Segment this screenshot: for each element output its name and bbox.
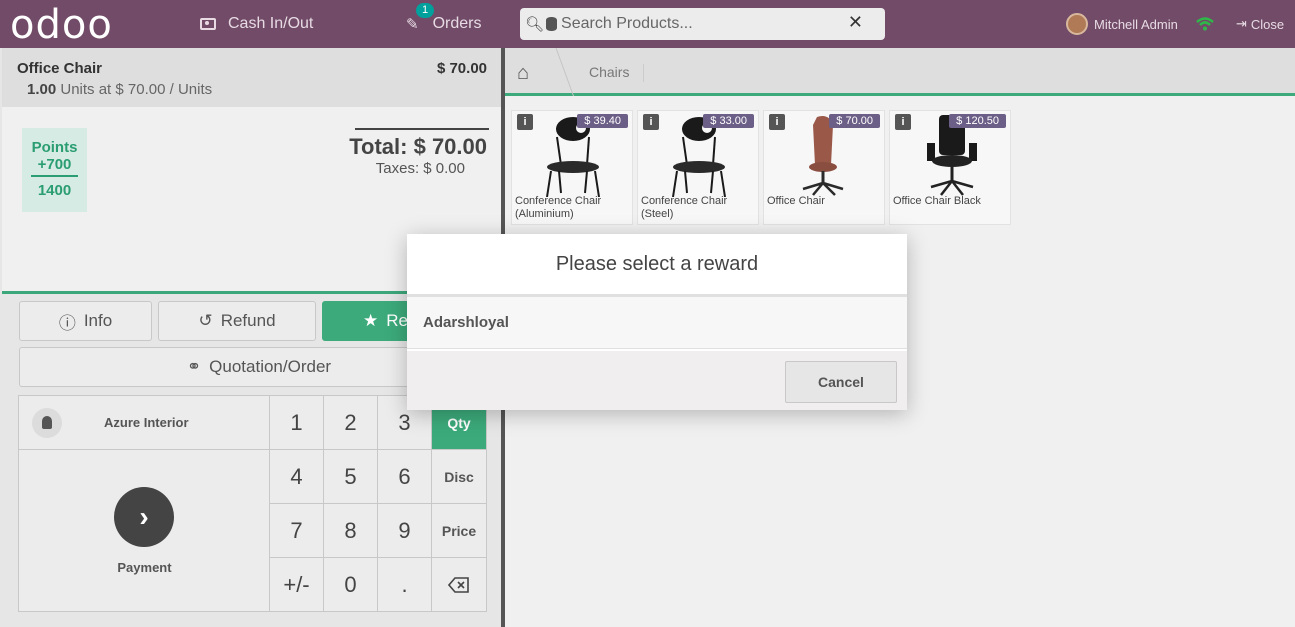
money-icon: [200, 18, 216, 30]
reward-option[interactable]: Adarshloyal: [407, 297, 907, 349]
points-label: Points: [31, 139, 78, 156]
numpad-key[interactable]: 4: [270, 450, 324, 504]
product-info-icon[interactable]: i: [517, 114, 533, 130]
numpad-key[interactable]: 0: [324, 558, 378, 612]
order-line-unit-info: Units at $ 70.00 / Units: [60, 81, 213, 98]
cancel-button[interactable]: Cancel: [785, 361, 897, 403]
numpad-key[interactable]: 6: [378, 450, 432, 504]
payment-label: Payment: [117, 560, 172, 575]
numpad: Azure Interior › Payment 1 2 3 Qty 4 5 6…: [18, 395, 487, 612]
breadcrumb-chairs[interactable]: Chairs: [589, 64, 645, 82]
product-price-tag: $ 33.00: [703, 114, 754, 128]
orders-button[interactable]: ✎ 1 Orders: [406, 0, 481, 48]
product-price-tag: $ 70.00: [829, 114, 880, 128]
numpad-key[interactable]: 9: [378, 504, 432, 558]
orders-label: Orders: [432, 15, 482, 32]
order-taxes: Taxes: $ 0.00: [375, 160, 465, 177]
info-circle-icon: ⓘ: [58, 313, 76, 333]
sign-out-icon: ⇥: [1236, 16, 1247, 31]
refund-button[interactable]: ↺ Refund: [158, 301, 316, 341]
total-divider: [355, 128, 489, 130]
numpad-key[interactable]: 7: [270, 504, 324, 558]
reward-selection-dialog: Please select a reward Adarshloyal Cance…: [407, 234, 907, 410]
points-added: +700: [31, 156, 78, 177]
home-icon[interactable]: ⌂: [517, 62, 529, 85]
product-name: Office Chair: [767, 195, 825, 207]
product-name: Conference Chair (Steel): [641, 195, 728, 220]
product-card[interactable]: i $ 120.50 Office Chair Black: [889, 110, 1011, 225]
product-info-icon[interactable]: i: [895, 114, 911, 130]
breadcrumb-chevron: [542, 48, 574, 96]
customer-name: Azure Interior: [104, 415, 189, 430]
mode-price-button[interactable]: Price: [432, 504, 486, 558]
points-total: 1400: [37, 182, 72, 199]
cash-in-out-button[interactable]: Cash In/Out: [200, 0, 313, 48]
customer-button[interactable]: Azure Interior: [19, 396, 270, 450]
numpad-key[interactable]: 8: [324, 504, 378, 558]
undo-icon: ↺: [198, 311, 213, 330]
info-label: Info: [83, 311, 113, 330]
star-icon: ★: [363, 311, 379, 330]
numpad-key-decimal[interactable]: .: [378, 558, 432, 612]
product-card[interactable]: i $ 70.00 Office Chair: [763, 110, 885, 225]
order-line-price: $ 70.00: [436, 60, 487, 77]
odoo-logo: odoo: [10, 2, 113, 48]
refund-label: Refund: [220, 311, 276, 330]
order-total: Total: $ 70.00: [349, 134, 487, 159]
user-menu[interactable]: Mitchell Admin: [1066, 0, 1178, 48]
cash-in-out-label: Cash In/Out: [228, 15, 314, 32]
clear-search-icon[interactable]: ✕: [848, 12, 863, 33]
payment-button[interactable]: › Payment: [19, 450, 270, 612]
search-input[interactable]: [561, 15, 842, 33]
user-name: Mitchell Admin: [1094, 16, 1178, 32]
numpad-key-sign[interactable]: +/-: [270, 558, 324, 612]
product-search-bar: 🔍︎ ✕: [520, 8, 885, 40]
chevron-right-icon: ›: [114, 487, 174, 547]
order-line-product: Office Chair: [17, 60, 103, 77]
avatar: [1066, 13, 1088, 35]
wifi-icon: [1196, 0, 1214, 48]
product-price-tag: $ 39.40: [577, 114, 628, 128]
order-line-info: 1.00 Units at $ 70.00 / Units: [27, 81, 212, 98]
quotation-label: Quotation/Order: [209, 357, 332, 376]
order-line-qty: 1.00: [27, 81, 57, 98]
product-info-icon[interactable]: i: [769, 114, 785, 130]
database-icon: [546, 17, 558, 31]
top-header: odoo Cash In/Out ✎1 Orders 🔍︎ ✕ Mitchell…: [0, 0, 1295, 48]
search-icon: 🔍︎: [525, 16, 545, 33]
product-card[interactable]: i $ 33.00 Conference Chair (Steel): [637, 110, 759, 225]
product-price-tag: $ 120.50: [949, 114, 1006, 128]
close-label: Close: [1250, 16, 1285, 32]
orders-count-badge: 1: [416, 3, 435, 18]
numpad-key[interactable]: 1: [270, 396, 324, 450]
product-card[interactable]: i $ 39.40 Conference Chair (Aluminium): [511, 110, 633, 225]
product-name: Conference Chair (Aluminium): [515, 195, 602, 220]
order-line[interactable]: Office Chair $ 70.00 1.00 Units at $ 70.…: [2, 48, 501, 107]
loyalty-points-box: Points +700 1400: [22, 128, 87, 212]
dialog-title: Please select a reward: [407, 234, 907, 297]
user-icon: [32, 407, 62, 438]
link-icon: ⚭: [186, 357, 202, 376]
close-session-button[interactable]: ⇥ Close: [1236, 0, 1284, 48]
info-button[interactable]: ⓘ Info: [19, 301, 152, 341]
ticket-icon: ✎ 1: [406, 3, 435, 33]
backspace-button[interactable]: [432, 558, 486, 612]
backspace-icon: [448, 577, 469, 593]
product-info-icon[interactable]: i: [643, 114, 659, 130]
mode-disc-button[interactable]: Disc: [432, 450, 486, 504]
numpad-key[interactable]: 5: [324, 450, 378, 504]
product-name: Office Chair Black: [893, 195, 981, 207]
breadcrumb: ⌂ Chairs: [505, 48, 1295, 96]
numpad-key[interactable]: 2: [324, 396, 378, 450]
dialog-footer: Cancel: [407, 351, 907, 410]
